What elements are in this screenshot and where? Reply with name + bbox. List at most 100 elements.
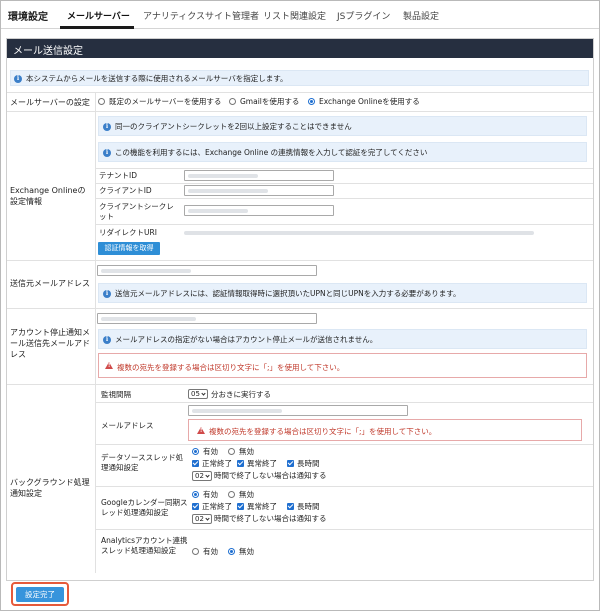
top-navigation: 環境設定 メールサーバー アナリティクスサイト管理者 リスト関連設定 JSプラグ… <box>1 1 599 29</box>
tab-mail-server[interactable]: メールサーバー <box>67 9 130 22</box>
ds-label: データソーススレッド処理通知設定 <box>101 453 184 472</box>
active-tab-indicator <box>60 26 134 29</box>
ds-check-abnormal-label: 異常終了 <box>247 459 277 468</box>
info-icon: i <box>103 290 111 298</box>
client-id-label: クライアントID <box>99 186 152 195</box>
divider <box>96 402 593 403</box>
warning-icon <box>197 427 205 434</box>
an-radio-enabled-label: 有効 <box>203 547 218 556</box>
an-radio-enabled[interactable] <box>192 548 199 555</box>
interval-select[interactable]: 05 <box>188 389 208 399</box>
interval-suffix: 分おきに実行する <box>211 390 271 399</box>
stop-notify-info-box: i メールアドレスの指定がない場合はアカウント停止メールが送信されません。 <box>98 329 587 349</box>
sender-label: 送信元メールアドレス <box>10 279 90 288</box>
exchange-info-box-1: i 同一のクライアントシークレットを2回以上設定することはできません <box>98 116 587 136</box>
ds-check-normal[interactable] <box>192 460 199 467</box>
background-label: バックグラウンド処理通知設定 <box>10 478 90 498</box>
gc-check-abnormal[interactable] <box>237 503 244 510</box>
redirect-uri-value <box>184 231 534 235</box>
tenant-id-input[interactable] <box>184 170 334 181</box>
ds-check-abnormal[interactable] <box>237 460 244 467</box>
radio-default-server-label: 既定のメールサーバーを使用する <box>109 97 222 106</box>
chevron-down-icon <box>205 473 210 478</box>
gc-hours-suffix: 時間で終了しない場合は通知する <box>214 514 327 523</box>
divider <box>96 529 593 530</box>
gc-label: Googleカレンダー同期スレッド処理通知設定 <box>101 498 188 517</box>
radio-gmail[interactable] <box>229 98 236 105</box>
sender-email-input[interactable] <box>97 265 317 276</box>
ds-radio-disabled[interactable] <box>228 448 235 455</box>
gc-radio-disabled[interactable] <box>228 491 235 498</box>
gc-radio-disabled-label: 無効 <box>239 490 254 499</box>
bg-email-warn: 複数の宛先を登録する場合は区切り文字に「;」を使用して下さい。 <box>209 427 437 436</box>
background-row: バックグラウンド処理通知設定 監視間隔 05 分おきに実行する メールアドレス … <box>7 384 593 582</box>
gc-hours-value: 02 <box>195 515 204 523</box>
client-secret-label: クライアントシークレット <box>99 202 174 221</box>
client-secret-input[interactable] <box>184 205 334 216</box>
stop-notify-label: アカウント停止通知メール送信先メールアドレス <box>10 328 90 359</box>
info-icon: i <box>103 149 111 157</box>
section-title: メール送信設定 <box>7 39 593 58</box>
gc-check-long-label: 長時間 <box>297 502 320 511</box>
divider <box>96 486 593 487</box>
ds-check-normal-label: 正常終了 <box>202 459 232 468</box>
info-icon: i <box>103 336 111 344</box>
bg-email-input[interactable] <box>188 405 408 416</box>
ds-radio-enabled[interactable] <box>192 448 199 455</box>
info-icon: i <box>14 75 22 83</box>
stop-notify-warn-box: 複数の宛先を登録する場合は区切り文字に「;」を使用して下さい。 <box>98 353 587 378</box>
exchange-info-2: この機能を利用するには、Exchange Online の連携情報を入力して認証… <box>115 148 428 157</box>
tenant-id-label: テナントID <box>99 171 137 180</box>
gc-radio-enabled-label: 有効 <box>203 490 218 499</box>
gc-check-long[interactable] <box>287 503 294 510</box>
get-auth-button[interactable]: 認証情報を取得 <box>98 242 160 255</box>
tab-product-settings[interactable]: 製品設定 <box>403 9 439 22</box>
an-radio-disabled[interactable] <box>228 548 235 555</box>
radio-exchange-online-label: Exchange Onlineを使用する <box>319 97 420 106</box>
interval-value: 05 <box>191 390 200 398</box>
tab-analytics-site-admin[interactable]: アナリティクスサイト管理者 <box>143 9 259 22</box>
ds-hours-suffix: 時間で終了しない場合は通知する <box>214 471 327 480</box>
intro-info-box: i 本システムからメールを送信する際に使用されるメールサーバを指定します。 <box>10 70 589 86</box>
gc-check-normal[interactable] <box>192 503 199 510</box>
divider <box>96 444 593 445</box>
ds-hours-select[interactable]: 02 <box>192 471 212 481</box>
exchange-info-1: 同一のクライアントシークレットを2回以上設定することはできません <box>115 122 352 131</box>
submit-button[interactable]: 設定完了 <box>16 587 64 602</box>
gc-hours-select[interactable]: 02 <box>192 514 212 524</box>
warning-icon <box>105 362 113 369</box>
divider <box>96 168 593 169</box>
radio-gmail-label: Gmailを使用する <box>240 97 300 106</box>
an-radio-disabled-label: 無効 <box>239 547 254 556</box>
radio-default-server[interactable] <box>98 98 105 105</box>
gc-check-abnormal-label: 異常終了 <box>247 502 277 511</box>
nav-title: 環境設定 <box>8 12 48 23</box>
app-frame: 環境設定 メールサーバー アナリティクスサイト管理者 リスト関連設定 JSプラグ… <box>0 0 600 611</box>
stop-notify-info: メールアドレスの指定がない場合はアカウント停止メールが送信されません。 <box>115 335 378 344</box>
an-label: Analyticsアカウント連携スレッド処理通知設定 <box>101 536 188 555</box>
bg-email-label: メールアドレス <box>101 421 154 430</box>
ds-check-long[interactable] <box>287 460 294 467</box>
mailserver-row: メールサーバーの設定 既定のメールサーバーを使用する Gmailを使用する Ex… <box>7 92 593 110</box>
chevron-down-icon <box>205 516 210 521</box>
bg-email-warn-box: 複数の宛先を登録する場合は区切り文字に「;」を使用して下さい。 <box>188 419 582 441</box>
sender-info-box: i 送信元メールアドレスには、認証情報取得時に選択頂いたUPNと同じUPNを入力… <box>98 283 587 303</box>
info-icon: i <box>103 123 111 131</box>
stop-notify-row: アカウント停止通知メール送信先メールアドレス i メールアドレスの指定がない場合… <box>7 308 593 383</box>
client-id-input[interactable] <box>184 185 334 196</box>
stop-notify-warn: 複数の宛先を登録する場合は区切り文字に「;」を使用して下さい。 <box>117 363 345 372</box>
radio-exchange-online[interactable] <box>308 98 315 105</box>
ds-check-long-label: 長時間 <box>297 459 320 468</box>
stop-notify-email-input[interactable] <box>97 313 317 324</box>
gc-check-normal-label: 正常終了 <box>202 502 232 511</box>
divider <box>96 198 593 199</box>
tab-list-settings[interactable]: リスト関連設定 <box>263 9 326 22</box>
interval-label: 監視間隔 <box>101 390 131 399</box>
tab-js-plugin[interactable]: JSプラグイン <box>337 9 390 22</box>
mail-settings-panel: メール送信設定 i 本システムからメールを送信する際に使用されるメールサーバを指… <box>6 38 594 581</box>
redirect-uri-label: リダイレクトURI <box>99 228 157 237</box>
exchange-label: Exchange Onlineの設定情報 <box>10 186 86 206</box>
exchange-info-box-2: i この機能を利用するには、Exchange Online の連携情報を入力して… <box>98 142 587 162</box>
gc-radio-enabled[interactable] <box>192 491 199 498</box>
mailserver-label: メールサーバーの設定 <box>10 98 90 107</box>
